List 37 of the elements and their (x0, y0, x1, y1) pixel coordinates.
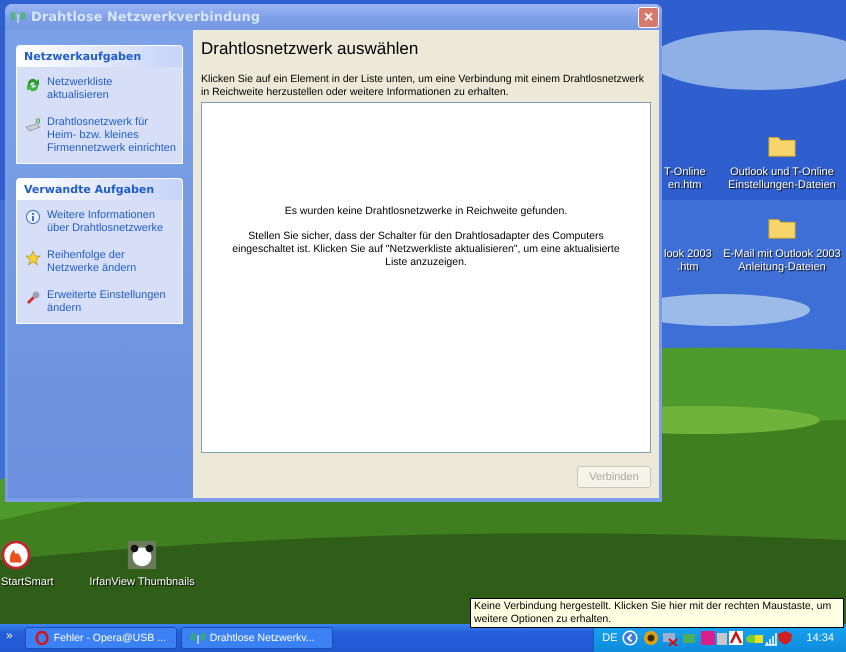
taskbar-button[interactable]: Drahtlose Netzwerkv... (180, 627, 333, 649)
desktop-icon-label[interactable]: look 2003 .htm (664, 248, 712, 274)
router-icon (25, 117, 41, 133)
task-link[interactable]: Drahtlosnetzwerk für Heim- bzw. kleines Firmennetzwerk einrichten (47, 116, 176, 155)
task-link[interactable]: Netzwerkliste aktualisieren (47, 76, 176, 102)
refresh-icon (25, 77, 41, 93)
window-title: Drahtlose Netzwerkverbindung (31, 10, 262, 24)
star-icon (25, 250, 41, 266)
wrench-icon (25, 290, 41, 306)
panel-header: Verwandte Aufgaben (17, 179, 182, 200)
tooltip: Keine Verbindung hergestellt. Klicken Sie hier mit der rechten Maustaste, um weitere Optionen zu erhalten. (470, 598, 844, 628)
desktop-icon-label[interactable]: Outlook und T-Online Einstellungen-Dateien (728, 166, 836, 192)
close-button[interactable]: × (638, 6, 659, 28)
network-list[interactable] (201, 102, 651, 453)
clock: 14:34 (806, 632, 834, 644)
desktop-icon-label[interactable]: T-Online en.htm (664, 166, 706, 192)
quick-launch-chevron[interactable]: » (0, 628, 21, 648)
desktop-icon-label[interactable]: E-Mail mit Outlook 2003 Anleitung-Dateien (723, 248, 841, 274)
desktop-icon-label[interactable]: StartSmart (1, 576, 54, 589)
tray-icons-drawing[interactable] (643, 630, 794, 646)
desktop-icon-label[interactable]: IrfanView Thumbnails (89, 576, 195, 589)
list-message: Stellen Sie sicher, dass der Schalter für den Drahtlosadapter des Computers eingeschaltet ist. Klicken Sie auf "Netzwerkliste aktualisieren", um eine aktualisierte Liste anzuzeigen. (231, 230, 621, 268)
o-logo-icon (34, 631, 50, 645)
dialog-heading: Drahtlosnetzwerk auswählen (201, 39, 420, 59)
info-icon (25, 210, 41, 226)
wireless-icon (10, 11, 26, 23)
panda-icon[interactable] (127, 540, 157, 570)
instructions-text: Klicken Sie auf ein Element in der Liste unten, um eine Verbindung mit einem Drahtlosnetzwerk in Reichweite herzustellen oder weitere Informationen zu erhalten. (201, 73, 645, 99)
task-link[interactable]: Erweiterte Einstellungen ändern (47, 289, 176, 315)
task-link[interactable]: Reihenfolge der Netzwerke ändern (47, 249, 176, 275)
task-link[interactable]: Weitere Informationen über Drahtlosnetzwerke (47, 209, 176, 235)
language-indicator[interactable]: DE (602, 632, 618, 644)
panel-header: Netzwerkaufgaben (17, 46, 182, 67)
wireless-icon (190, 631, 206, 645)
list-message: Es wurden keine Drahtlosnetzwerke in Reichweite gefunden. (284, 204, 568, 218)
taskbar-button[interactable]: Fehler - Opera@USB ... (24, 627, 177, 649)
chevron-left-icon[interactable] (622, 630, 638, 646)
